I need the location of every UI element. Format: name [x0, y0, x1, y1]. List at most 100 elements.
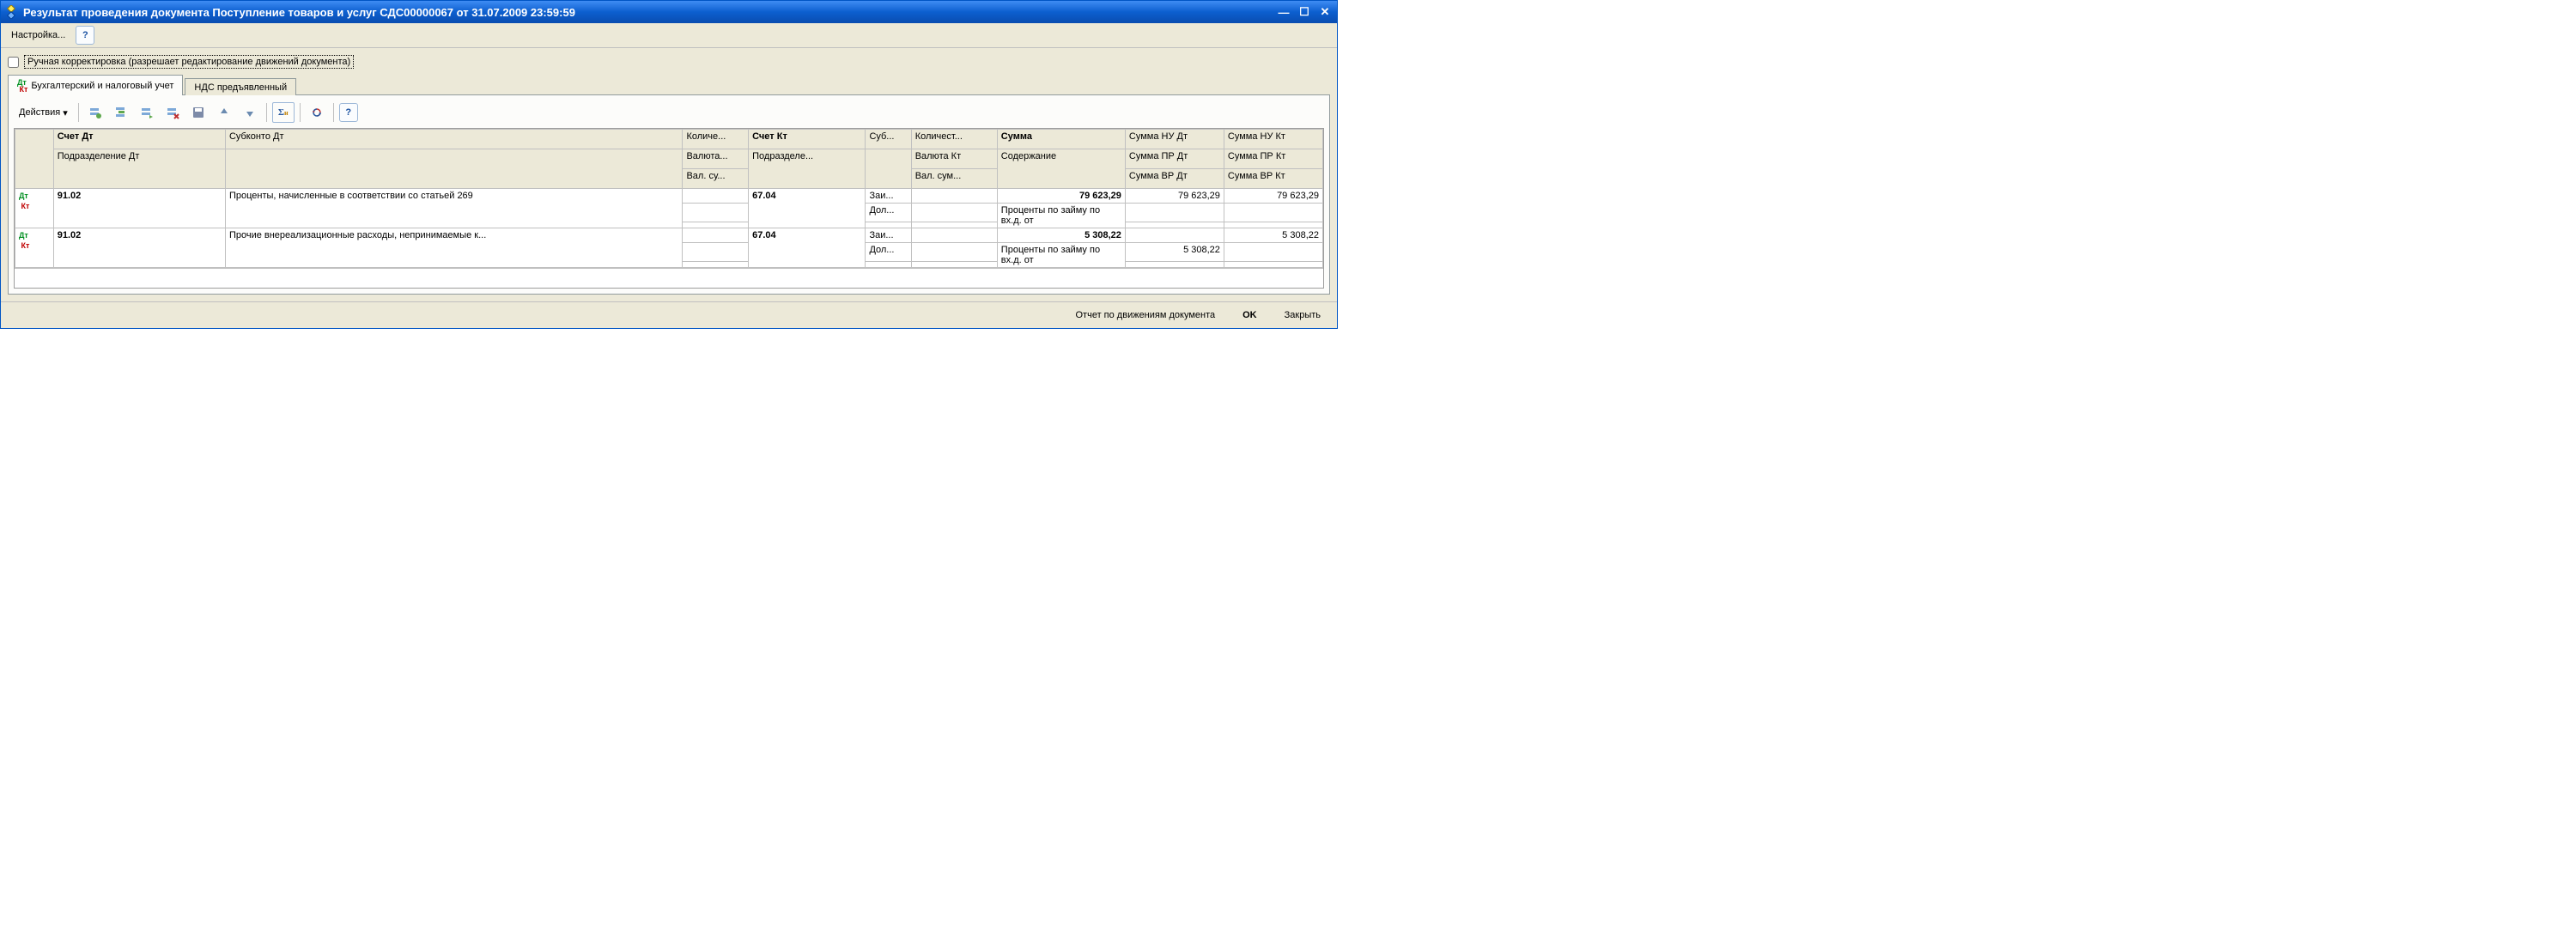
- cell-account-kt[interactable]: 67.04: [749, 228, 866, 268]
- sigma-icon[interactable]: Σн: [272, 102, 295, 123]
- cell-sum-vr-dt[interactable]: [1125, 262, 1224, 268]
- cell-subconto-kt-2[interactable]: Дол...: [866, 204, 911, 222]
- cell-qty-kt[interactable]: [911, 228, 997, 243]
- minimize-button[interactable]: —: [1275, 4, 1292, 20]
- col-sum-nu-dt[interactable]: Сумма НУ Дт: [1125, 130, 1224, 149]
- col-sub-dt-2[interactable]: [225, 149, 683, 189]
- separator: [333, 103, 334, 122]
- cell-subconto-dt[interactable]: Прочие внереализационные расходы, неприн…: [225, 228, 683, 268]
- delete-row-icon[interactable]: [161, 102, 184, 123]
- col-sum-vr-kt[interactable]: Сумма ВР Кт: [1224, 169, 1322, 189]
- maximize-button[interactable]: ☐: [1296, 4, 1313, 20]
- table-row[interactable]: Дт Кт 91.02 Проценты, начисленные в соот…: [15, 189, 1323, 204]
- dtkt-icon: Дт Кт: [17, 79, 27, 93]
- move-up-icon[interactable]: [213, 102, 235, 123]
- cell-sum-pr-dt[interactable]: 5 308,22: [1125, 243, 1224, 262]
- col-sum-pr-dt[interactable]: Сумма ПР Дт: [1125, 149, 1224, 169]
- grid-footer: [15, 268, 1323, 288]
- help-icon[interactable]: ?: [76, 26, 94, 45]
- cell-subconto-kt-2[interactable]: Дол...: [866, 243, 911, 262]
- tab-accounting[interactable]: Дт Кт Бухгалтерский и налоговый учет: [8, 75, 183, 95]
- table-row[interactable]: Дт Кт 91.02 Прочие внереализационные рас…: [15, 228, 1323, 243]
- col-content[interactable]: Содержание: [997, 149, 1125, 189]
- report-button[interactable]: Отчет по движениям документа: [1066, 307, 1225, 323]
- cell-subconto-kt-3[interactable]: [866, 222, 911, 228]
- cell-sum[interactable]: 79 623,29: [997, 189, 1125, 204]
- cell-currency-dt[interactable]: [683, 243, 749, 262]
- col-sum-pr-kt[interactable]: Сумма ПР Кт: [1224, 149, 1322, 169]
- col-subconto-dt[interactable]: Субконто Дт: [225, 130, 683, 149]
- cell-content[interactable]: Проценты по займу по вх.д. от: [997, 243, 1125, 268]
- separator: [78, 103, 79, 122]
- cell-cur-sum-dt[interactable]: [683, 222, 749, 228]
- cell-sum-pr-dt[interactable]: [1125, 204, 1224, 222]
- cell-cur-sum-kt[interactable]: [911, 222, 997, 228]
- col-cur-sum-dt[interactable]: Вал. су...: [683, 169, 749, 189]
- cell-sum-nu-kt[interactable]: 5 308,22: [1224, 228, 1322, 243]
- cell-qty-dt[interactable]: [683, 228, 749, 243]
- cell-cur-sum-dt[interactable]: [683, 262, 749, 268]
- cell-sum-vr-dt[interactable]: [1125, 222, 1224, 228]
- add-row-icon[interactable]: [84, 102, 106, 123]
- cell-subconto-kt-1[interactable]: Заи...: [866, 228, 911, 243]
- grid-header: Счет Дт Субконто Дт Количе... Счет Кт Су…: [15, 130, 1323, 189]
- col-account-kt[interactable]: Счет Кт: [749, 130, 866, 149]
- cell-sum-vr-kt[interactable]: [1224, 262, 1322, 268]
- close-button[interactable]: ✕: [1316, 4, 1334, 20]
- col-icon[interactable]: [15, 130, 54, 189]
- content-area: Ручная корректировка (разрешает редактир…: [1, 48, 1337, 301]
- cell-sum-pr-kt[interactable]: [1224, 204, 1322, 222]
- cell-account-dt[interactable]: 91.02: [53, 228, 225, 268]
- close-form-button[interactable]: Закрыть: [1275, 307, 1330, 323]
- cell-subconto-dt[interactable]: Проценты, начисленные в соответствии со …: [225, 189, 683, 228]
- tab-accounting-label: Бухгалтерский и налоговый учет: [31, 81, 173, 91]
- cell-sum-pr-kt[interactable]: [1224, 243, 1322, 262]
- grid-help-icon[interactable]: ?: [339, 103, 358, 122]
- col-currency-kt[interactable]: Валюта Кт: [911, 149, 997, 169]
- col-qty-kt[interactable]: Количест...: [911, 130, 997, 149]
- col-subconto-kt[interactable]: Суб...: [866, 130, 911, 149]
- cell-content[interactable]: Проценты по займу по вх.д. от: [997, 204, 1125, 228]
- cell-currency-kt[interactable]: [911, 204, 997, 222]
- cell-account-dt[interactable]: 91.02: [53, 189, 225, 228]
- move-down-icon[interactable]: [239, 102, 261, 123]
- actions-dropdown[interactable]: Действия ▾: [14, 105, 73, 121]
- cell-subconto-kt-3[interactable]: [866, 262, 911, 268]
- col-currency-dt[interactable]: Валюта...: [683, 149, 749, 169]
- cell-currency-dt[interactable]: [683, 204, 749, 222]
- cell-sum-vr-kt[interactable]: [1224, 222, 1322, 228]
- menu-settings[interactable]: Настройка...: [6, 27, 70, 43]
- cell-sum-nu-dt[interactable]: 79 623,29: [1125, 189, 1224, 204]
- ok-button[interactable]: OK: [1233, 307, 1267, 323]
- cell-cur-sum-kt[interactable]: [911, 262, 997, 268]
- manual-edit-checkbox[interactable]: [8, 57, 19, 68]
- cell-qty-dt[interactable]: [683, 189, 749, 204]
- titlebar[interactable]: Результат проведения документа Поступлен…: [1, 1, 1337, 23]
- col-account-dt[interactable]: Счет Дт: [53, 130, 225, 149]
- col-sum-nu-kt[interactable]: Сумма НУ Кт: [1224, 130, 1322, 149]
- app-icon: [4, 5, 18, 19]
- cell-sum[interactable]: 5 308,22: [997, 228, 1125, 243]
- copy-row-icon[interactable]: [136, 102, 158, 123]
- col-sum[interactable]: Сумма: [997, 130, 1125, 149]
- cell-sum-nu-kt[interactable]: 79 623,29: [1224, 189, 1322, 204]
- entries-grid[interactable]: Счет Дт Субконто Дт Количе... Счет Кт Су…: [14, 128, 1324, 289]
- refresh-icon[interactable]: [306, 102, 328, 123]
- manual-edit-label[interactable]: Ручная корректировка (разрешает редактир…: [24, 55, 354, 69]
- row-icon: Дт Кт: [15, 228, 54, 268]
- cell-subconto-kt-1[interactable]: Заи...: [866, 189, 911, 204]
- separator: [300, 103, 301, 122]
- col-sum-vr-dt[interactable]: Сумма ВР Дт: [1125, 169, 1224, 189]
- tab-vat[interactable]: НДС предъявленный: [185, 78, 296, 95]
- cell-qty-kt[interactable]: [911, 189, 997, 204]
- col-qty-dt[interactable]: Количе...: [683, 130, 749, 149]
- save-icon[interactable]: [187, 102, 210, 123]
- col-cur-sum-kt[interactable]: Вал. сум...: [911, 169, 997, 189]
- insert-row-icon[interactable]: [110, 102, 132, 123]
- cell-sum-nu-dt[interactable]: [1125, 228, 1224, 243]
- cell-currency-kt[interactable]: [911, 243, 997, 262]
- col-dept-kt[interactable]: Подразделе...: [749, 149, 866, 189]
- col-sub-kt-2[interactable]: [866, 149, 911, 189]
- col-dept-dt[interactable]: Подразделение Дт: [53, 149, 225, 189]
- cell-account-kt[interactable]: 67.04: [749, 189, 866, 228]
